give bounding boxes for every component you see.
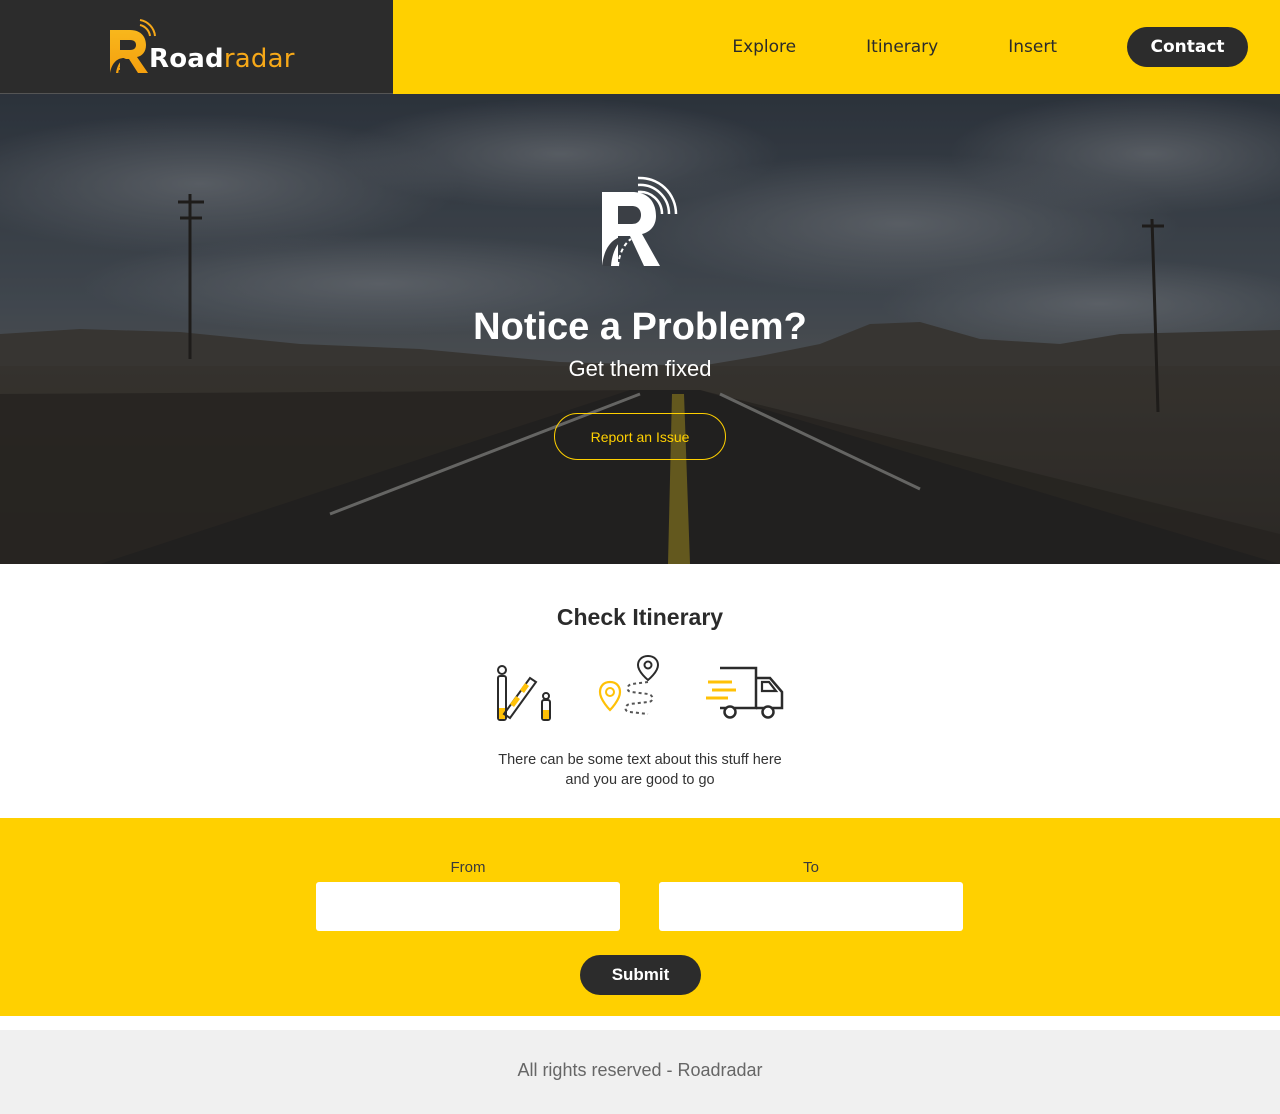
site-header: Roadradar Explore Itinerary Insert Conta…: [0, 0, 1280, 94]
barrier-gate-icon: [497, 665, 551, 721]
to-input[interactable]: [659, 882, 963, 931]
footer-copyright: All rights reserved - Roadradar: [517, 1060, 763, 1080]
route-map-icon: [598, 654, 660, 715]
itinerary-form: From To Submit: [0, 818, 1280, 1016]
brand-panel: Roadradar: [0, 0, 393, 94]
from-label: From: [450, 859, 486, 876]
itinerary-text-line-1: There can be some text about this stuff …: [498, 752, 782, 768]
brand-wordmark-bold: Road: [149, 44, 224, 74]
delivery-truck-icon: [706, 666, 784, 719]
brand-wordmark: Roadradar: [149, 46, 295, 72]
itinerary-description: There can be some text about this stuff …: [0, 750, 1280, 790]
roadradar-emblem-icon: [602, 176, 678, 267]
nav-itinerary[interactable]: Itinerary: [866, 37, 938, 57]
itinerary-section: Check Itinerary There can be some text a…: [0, 564, 1280, 818]
site-footer: All rights reserved - Roadradar: [0, 1030, 1280, 1114]
hero-section: Notice a Problem? Get them fixed Report …: [0, 94, 1280, 564]
brand-logo[interactable]: Roadradar: [108, 14, 295, 74]
itinerary-icons: [490, 654, 790, 724]
itinerary-title: Check Itinerary: [556, 604, 724, 630]
from-input[interactable]: [316, 882, 620, 931]
main-nav: Explore Itinerary Insert Contact: [732, 0, 1280, 94]
brand-wordmark-light: radar: [223, 44, 295, 74]
itinerary-text-line-2: and you are good to go: [565, 772, 715, 788]
to-label: To: [803, 859, 819, 876]
hero-content: Notice a Problem? Get them fixed Report …: [0, 94, 1280, 564]
contact-button[interactable]: Contact: [1127, 27, 1248, 67]
submit-button[interactable]: Submit: [580, 955, 701, 995]
hero-title: Notice a Problem?: [473, 306, 807, 348]
report-issue-button[interactable]: Report an Issue: [554, 413, 726, 460]
hero-subtitle: Get them fixed: [568, 356, 712, 381]
nav-insert[interactable]: Insert: [1008, 37, 1057, 57]
nav-explore[interactable]: Explore: [732, 37, 796, 57]
